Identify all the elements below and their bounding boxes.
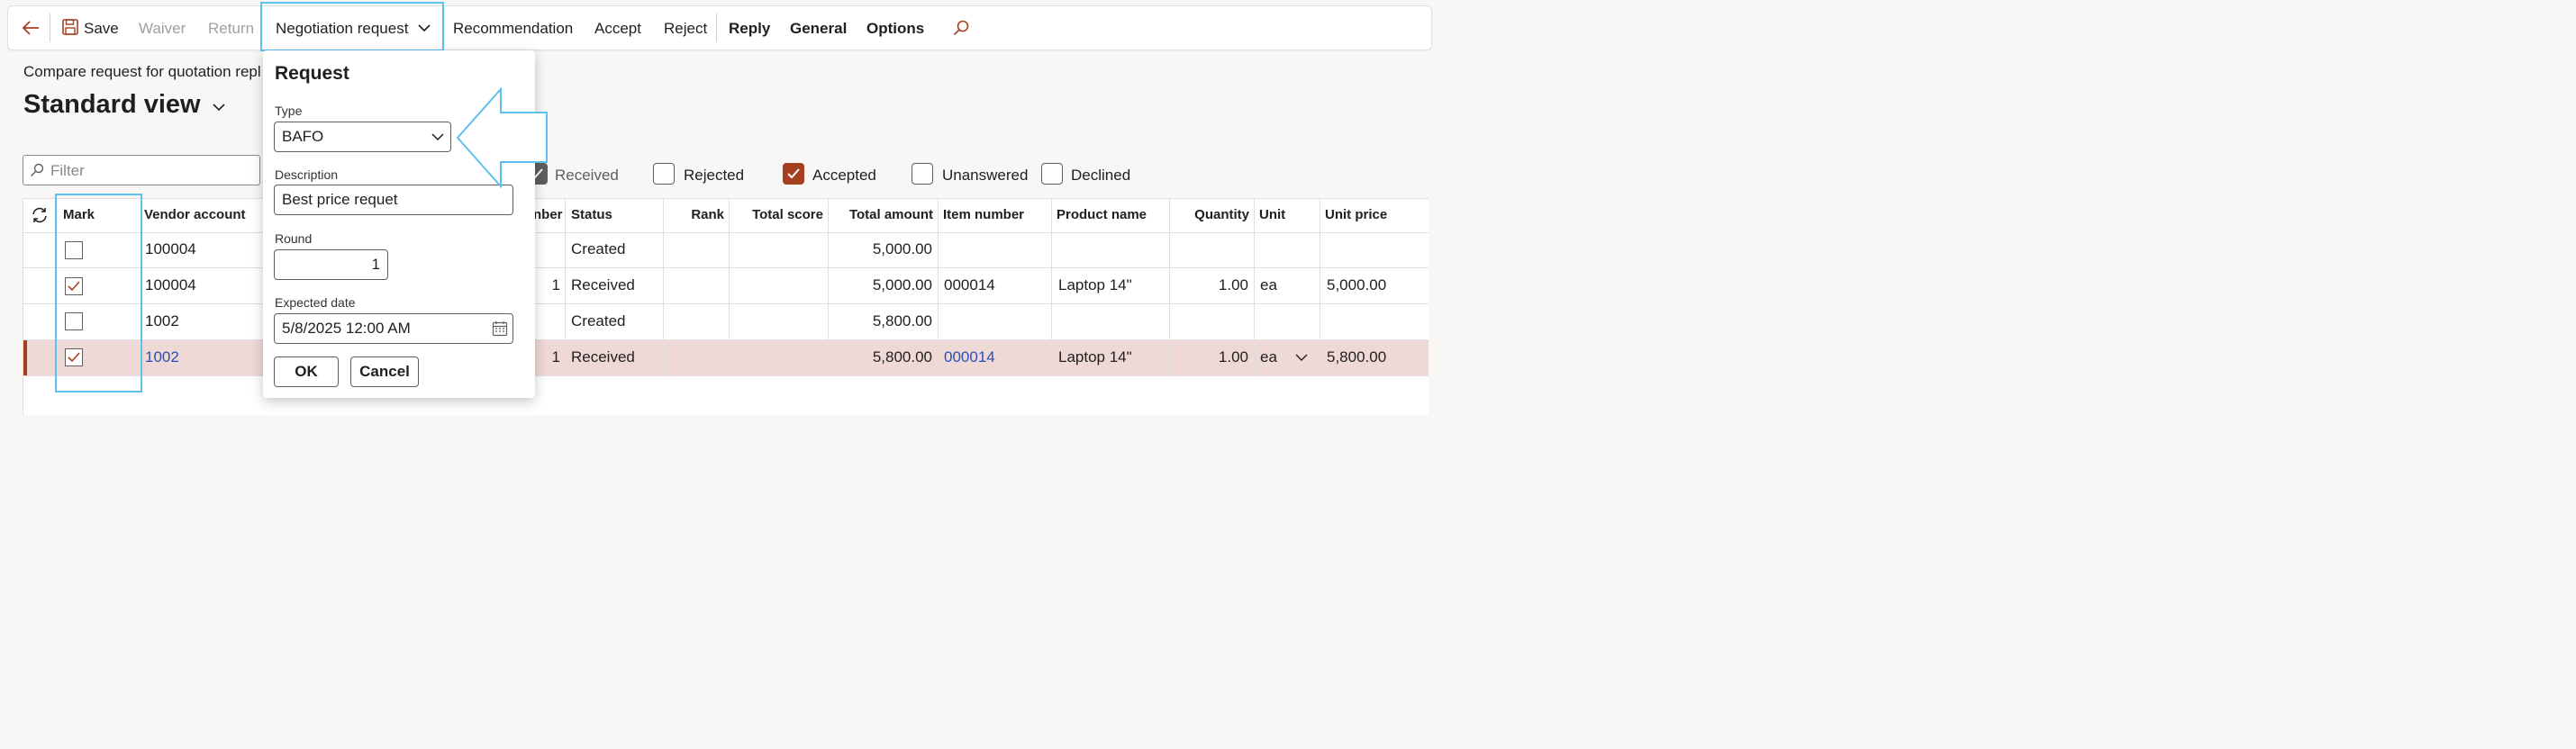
cancel-button[interactable]: Cancel (350, 356, 419, 387)
declined-checkbox[interactable] (1041, 163, 1063, 185)
save-button[interactable]: Save (84, 6, 119, 50)
expected-date-value: 5/8/2025 12:00 AM (282, 320, 411, 337)
rejected-checkbox[interactable] (653, 163, 675, 185)
accepted-checkbox[interactable] (783, 163, 804, 185)
view-selector[interactable]: Standard view (23, 90, 226, 120)
chevron-down-icon (213, 104, 225, 112)
type-label: Type (275, 104, 303, 118)
column-header-product-name[interactable]: Product name (1057, 198, 1147, 232)
round-input[interactable]: 1 (274, 249, 388, 280)
vendor-account-cell: 100004 (145, 276, 196, 293)
refresh-icon[interactable] (31, 206, 49, 224)
tab-reply[interactable]: Reply (729, 6, 770, 50)
received-label: Received (555, 167, 619, 184)
vendor-account-link[interactable]: 1002 (145, 340, 179, 374)
status-cell: Received (571, 348, 635, 365)
description-value: Best price requet (282, 191, 398, 208)
column-header-number[interactable]: nber (533, 198, 563, 232)
callout-arrow (456, 86, 548, 189)
tab-general[interactable]: General (790, 6, 847, 50)
filter-input[interactable] (49, 159, 255, 183)
reject-button[interactable]: Reject (664, 6, 707, 50)
item-number-link[interactable]: 000014 (944, 340, 995, 374)
column-header-vendor-account[interactable]: Vendor account (144, 198, 246, 232)
total-amount-cell: 5,000.00 (872, 276, 932, 293)
unit-cell[interactable]: ea (1260, 340, 1277, 374)
unanswered-checkbox[interactable] (912, 163, 933, 185)
unit-cell: ea (1260, 276, 1277, 293)
column-header-unit-price[interactable]: Unit price (1325, 198, 1387, 232)
vendor-account-cell: 1002 (145, 312, 179, 329)
column-header-rank[interactable]: Rank (663, 198, 724, 232)
chevron-down-icon[interactable] (1295, 351, 1308, 364)
calendar-icon[interactable] (492, 320, 508, 337)
page-title: Standard view (23, 90, 201, 119)
unanswered-label: Unanswered (942, 167, 1029, 184)
status-cell: Received (571, 276, 635, 293)
type-select[interactable]: BAFO (274, 122, 451, 152)
waiver-button[interactable]: Waiver (139, 6, 186, 50)
quantity-cell: 1.00 (1218, 348, 1248, 365)
column-header-status[interactable]: Status (571, 198, 612, 232)
chevron-down-icon (431, 133, 444, 141)
round-value: 1 (371, 256, 380, 273)
selected-row-indicator (23, 339, 27, 375)
column-header-item-number[interactable]: Item number (943, 198, 1024, 232)
arrow-left-icon[interactable] (21, 18, 41, 38)
product-name-cell: Laptop 14" (1058, 348, 1132, 365)
ok-button[interactable]: OK (274, 356, 339, 387)
item-number-cell: 000014 (944, 276, 995, 293)
checkmark-icon (787, 168, 800, 179)
accept-button[interactable]: Accept (594, 6, 641, 50)
status-cell: Created (571, 312, 626, 329)
return-button[interactable]: Return (208, 6, 254, 50)
column-header-total-amount[interactable]: Total amount (828, 198, 933, 232)
unit-price-cell: 5,000.00 (1327, 276, 1387, 293)
total-amount-cell: 5,800.00 (872, 312, 932, 329)
dialog-title: Request (275, 63, 349, 84)
column-header-total-score[interactable]: Total score (729, 198, 823, 232)
expected-date-label: Expected date (275, 295, 356, 310)
status-cell: Created (571, 240, 626, 257)
vendor-account-cell: 100004 (145, 240, 196, 257)
declined-label: Declined (1071, 167, 1131, 184)
search-icon (31, 163, 44, 176)
expected-date-input[interactable]: 5/8/2025 12:00 AM (274, 313, 513, 344)
unit-price-cell: 5,800.00 (1327, 348, 1387, 365)
floppy-disk-icon (62, 19, 78, 35)
tab-options[interactable]: Options (866, 6, 924, 50)
number-cell: 1 (551, 276, 560, 293)
total-amount-cell: 5,800.00 (872, 348, 932, 365)
quantity-cell: 1.00 (1218, 276, 1248, 293)
rejected-label: Rejected (684, 167, 745, 184)
total-amount-cell: 5,000.00 (872, 240, 932, 257)
description-label: Description (275, 167, 339, 182)
accepted-label: Accepted (812, 167, 876, 184)
recommendation-button[interactable]: Recommendation (453, 6, 573, 50)
column-header-quantity[interactable]: Quantity (1169, 198, 1249, 232)
product-name-cell: Laptop 14" (1058, 276, 1132, 293)
round-label: Round (275, 231, 313, 246)
mark-column-highlight (55, 194, 142, 393)
type-value: BAFO (282, 128, 324, 145)
negotiation-request-highlight (260, 2, 444, 51)
search-icon[interactable] (953, 20, 969, 36)
column-header-unit[interactable]: Unit (1259, 198, 1285, 232)
action-pane: Save Waiver Return Negotiation request R… (7, 5, 1432, 50)
number-cell: 1 (551, 348, 560, 365)
page-subtitle: Compare request for quotation repl (23, 63, 261, 80)
filter-box (23, 155, 260, 185)
